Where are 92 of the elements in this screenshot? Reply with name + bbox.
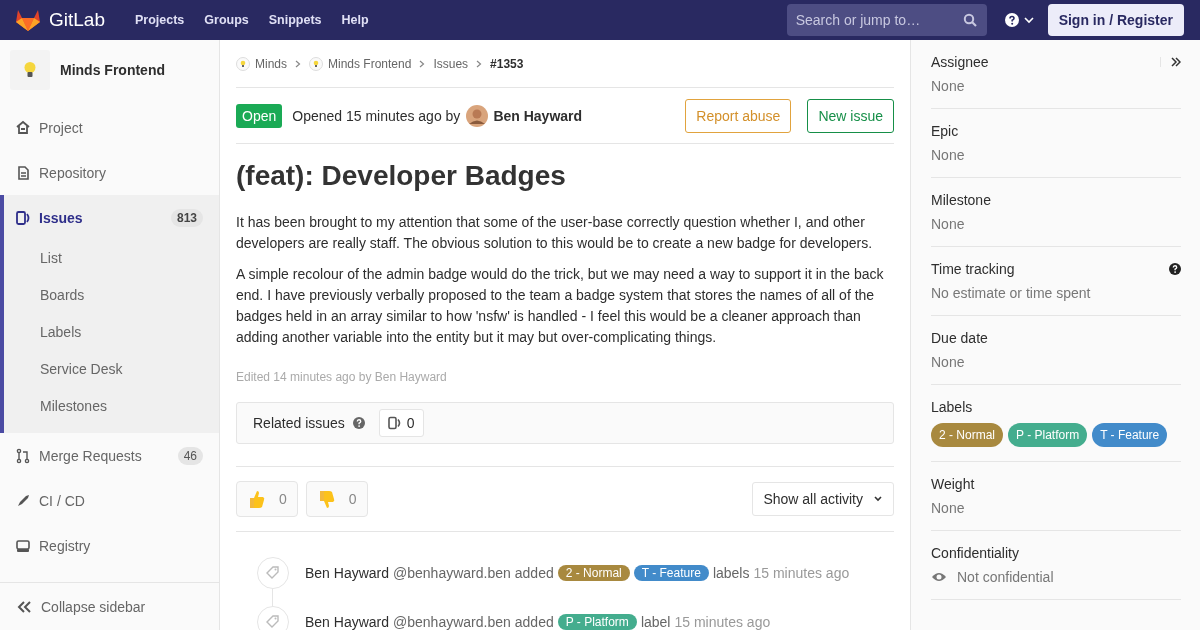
sidebar-item[interactable]: Registry: [0, 523, 219, 568]
merge-icon: [15, 447, 31, 464]
issue-count: 0: [406, 415, 415, 431]
search-field[interactable]: Search or jump to…: [786, 4, 987, 36]
avatar-icon: [466, 104, 489, 127]
help-icon: [1004, 13, 1019, 27]
block-title: Milestone: [931, 192, 991, 208]
status-badge: Open: [236, 103, 283, 128]
chevron-down-icon: [873, 495, 883, 503]
help-icon: [352, 417, 365, 429]
description-paragraph: It has been brought to my attention that some of the user-base correctly question whether I, and other developers are really staff. The obvious solution to this would be to create a new badge for developers.: [236, 213, 874, 253]
breadcrumb-link[interactable]: Minds: [236, 56, 287, 71]
related-issues-title: Related issues: [253, 415, 345, 431]
chevron-right-icon: [476, 59, 483, 68]
sidebar-item[interactable]: Project: [0, 105, 219, 150]
block-title: Time tracking: [931, 261, 1015, 277]
block-value: None: [931, 354, 966, 370]
sidebar-item[interactable]: CI / CD: [0, 478, 219, 523]
block-value: None: [931, 216, 966, 232]
author-link[interactable]: Ben Hayward: [466, 104, 583, 127]
count-badge: 813: [170, 208, 203, 227]
block-value: None: [931, 78, 966, 94]
nav-link[interactable]: Projects: [135, 13, 185, 27]
sidebar-subitem[interactable]: Service Desk: [4, 351, 219, 388]
action-text: added: [514, 564, 554, 581]
thumbs-up-icon: [247, 488, 267, 510]
help-dropdown[interactable]: [1004, 13, 1034, 27]
nav-link[interactable]: Groups: [204, 13, 249, 27]
chevron-down-icon: [1023, 16, 1034, 24]
lightbulb-icon: [23, 61, 37, 79]
timestamp: 15 minutes ago: [753, 564, 850, 581]
block-value: None: [931, 147, 966, 163]
label-tag[interactable]: 2 - Normal: [931, 423, 1003, 447]
author-handle: @benhayward.ben: [393, 564, 511, 581]
timestamp: 15 minutes ago: [674, 613, 771, 630]
sign-in-button[interactable]: Sign in / Register: [1047, 4, 1184, 36]
sidebar-subitem[interactable]: List: [4, 240, 219, 277]
tag-icon: [257, 556, 289, 589]
label-tag[interactable]: T - Feature: [633, 564, 709, 581]
thumbs-up-button[interactable]: 0: [236, 481, 298, 517]
collapse-right-sidebar-button[interactable]: [1160, 57, 1181, 67]
chevron-right-icon: [419, 59, 426, 68]
block-value: No estimate or time spent: [931, 285, 1092, 301]
action-text: label: [640, 613, 671, 630]
nav-link[interactable]: Help: [341, 13, 369, 27]
chevron-right-icon: [295, 59, 301, 68]
double-chevron-right-icon: [1171, 57, 1181, 67]
nav-link[interactable]: Snippets: [268, 13, 322, 27]
project-name: Minds Frontend: [60, 62, 165, 78]
author-link[interactable]: Ben Hayward: [305, 613, 390, 630]
block-title: Confidentiality: [931, 545, 1019, 561]
issues-icon: [387, 416, 402, 430]
label-tag[interactable]: T - Feature: [1092, 423, 1168, 447]
block-title: Epic: [931, 123, 959, 139]
tag-icon: [257, 605, 289, 630]
opened-text: Opened 15 minutes ago by: [292, 107, 461, 124]
thumbs-down-button[interactable]: 0: [305, 481, 368, 517]
breadcrumb-link[interactable]: Issues: [433, 56, 469, 71]
monitor-icon: [15, 537, 31, 554]
block-title: Weight: [931, 476, 975, 492]
edited-note: Edited 14 minutes ago by Ben Hayward: [236, 370, 448, 384]
breadcrumb-link[interactable]: #1353: [490, 56, 524, 71]
block-value: None: [931, 500, 966, 516]
action-text: labels: [712, 564, 750, 581]
author-handle: @benhayward.ben: [393, 613, 511, 630]
sidebar-item[interactable]: Repository: [0, 150, 219, 195]
block-title: Labels: [931, 399, 973, 415]
block-title: Due date: [931, 330, 988, 346]
activity-filter-dropdown[interactable]: Show all activity: [752, 482, 894, 516]
description-paragraph: A simple recolour of the admin badge would do the trick, but we may need a way to support it in the back end. I have previously verbally proposed to the team a badge system that stores the names of all of the badges held in an array similar to how 'nsfw' is handled - I feel this would be a cleaner approach than adding another variable into the entity but it may but over-complicating things.: [236, 265, 885, 347]
block-title: Assignee: [931, 54, 989, 70]
new-issue-button[interactable]: New issue: [807, 98, 894, 133]
block-value: Not confidential: [957, 569, 1054, 585]
breadcrumb-link[interactable]: Minds Frontend: [309, 56, 412, 71]
sidebar-item[interactable]: Merge Requests 46: [0, 433, 219, 478]
label-tag[interactable]: 2 - Normal: [557, 564, 630, 581]
sidebar-subitem[interactable]: Milestones: [4, 388, 219, 425]
sidebar-subitem[interactable]: Labels: [4, 314, 219, 351]
logo-text: GitLab: [49, 9, 105, 31]
issues-icon: [15, 209, 31, 226]
eye-icon: [931, 571, 947, 583]
count-badge: 46: [177, 446, 203, 465]
search-icon: [962, 13, 977, 27]
sidebar-item[interactable]: Issues 813: [4, 195, 219, 240]
author-link[interactable]: Ben Hayward: [305, 564, 390, 581]
double-chevron-left-icon: [17, 600, 31, 613]
document-icon: [15, 164, 31, 181]
home-icon: [15, 119, 31, 136]
issue-title: (feat): Developer Badges: [236, 160, 567, 192]
action-text: added: [514, 613, 554, 630]
fox-logo-icon: [15, 8, 41, 32]
sidebar-subitem[interactable]: Boards: [4, 277, 219, 314]
